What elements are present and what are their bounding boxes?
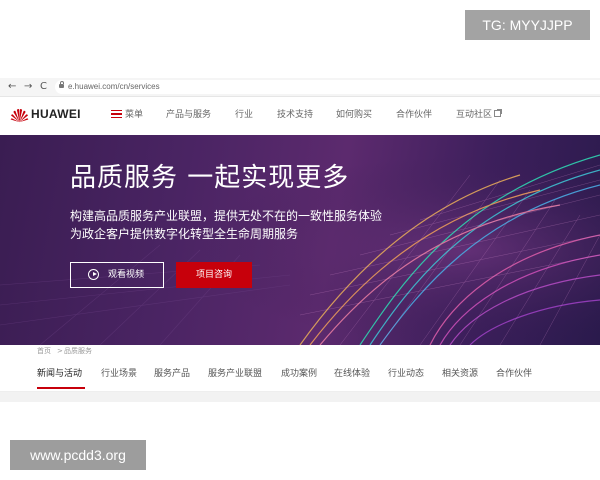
- tab-service-products[interactable]: 服务产品: [154, 368, 190, 380]
- watermark-bottom: www.pcdd3.org: [10, 440, 146, 470]
- hamburger-icon: [111, 110, 122, 118]
- tab-success-stories[interactable]: 成功案例: [281, 368, 317, 380]
- url-text: e.huawei.com/cn/services: [68, 82, 160, 91]
- forward-arrow-icon[interactable]: →: [24, 78, 32, 96]
- watermark-top: TG: MYYJJPP: [465, 10, 590, 40]
- hero-subtitle-line-2: 为政企客户提供数字化转型全生命周期服务: [70, 227, 299, 241]
- breadcrumb-current: 品质服务: [64, 347, 92, 355]
- tab-resources[interactable]: 相关资源: [442, 368, 478, 380]
- tab-industry-news[interactable]: 行业动态: [388, 368, 424, 380]
- hero-title: 品质服务 一起实现更多: [70, 163, 350, 193]
- brand-name[interactable]: HUAWEI: [31, 107, 81, 121]
- hero-subtitle-line-1: 构建高品质服务产业联盟，提供无处不在的一致性服务体验: [70, 209, 383, 223]
- site-header: HUAWEI 菜单 产品与服务 行业 技术支持 如何购买 合作伙伴 互动社区: [0, 97, 600, 135]
- watch-video-label: 观看视频: [108, 270, 145, 280]
- reload-icon[interactable]: C: [40, 78, 47, 96]
- hero-banner: 品质服务 一起实现更多 构建高品质服务产业联盟，提供无处不在的一致性服务体验 为…: [0, 135, 600, 345]
- play-circle-icon: [88, 269, 99, 280]
- nav-item-products[interactable]: 产品与服务: [166, 108, 211, 122]
- nav-item-industry[interactable]: 行业: [235, 108, 253, 122]
- address-bar[interactable]: e.huawei.com/cn/services: [55, 80, 600, 94]
- watch-video-button[interactable]: 观看视频: [70, 262, 164, 288]
- hero-subtitle: 构建高品质服务产业联盟，提供无处不在的一致性服务体验 为政企客户提供数字化转型全…: [70, 207, 382, 243]
- breadcrumb: 首页 > 品质服务: [0, 345, 600, 358]
- section-tabs: 新闻与活动 行业场景 服务产品 服务产业联盟 成功案例 在线体验 行业动态 相关…: [0, 358, 600, 392]
- tab-service-alliance[interactable]: 服务产业联盟: [208, 368, 262, 380]
- external-link-icon: [494, 109, 503, 117]
- consult-button[interactable]: 项目咨询: [176, 262, 252, 288]
- browser-toolbar: ← → C e.huawei.com/cn/services: [0, 78, 600, 97]
- breadcrumb-home[interactable]: 首页: [37, 345, 51, 358]
- menu-button[interactable]: 菜单: [111, 108, 143, 122]
- nav-item-support[interactable]: 技术支持: [277, 108, 313, 122]
- nav-item-community-label: 互动社区: [456, 110, 493, 120]
- nav-item-partners[interactable]: 合作伙伴: [396, 108, 432, 122]
- menu-label: 菜单: [125, 110, 144, 120]
- nav-item-community[interactable]: 互动社区: [456, 108, 503, 122]
- tab-partners[interactable]: 合作伙伴: [496, 368, 532, 380]
- lock-icon: [59, 81, 64, 88]
- huawei-logo-icon[interactable]: [10, 108, 29, 123]
- tab-industry-scenarios[interactable]: 行业场景: [101, 368, 137, 380]
- breadcrumb-separator-icon: >: [57, 347, 63, 355]
- back-arrow-icon[interactable]: ←: [8, 78, 16, 96]
- nav-item-how-to-buy[interactable]: 如何购买: [336, 108, 372, 122]
- active-tab-indicator: [37, 387, 85, 389]
- section-divider: [0, 392, 600, 402]
- tab-online-experience[interactable]: 在线体验: [334, 368, 370, 380]
- tab-news-events[interactable]: 新闻与活动: [37, 368, 82, 380]
